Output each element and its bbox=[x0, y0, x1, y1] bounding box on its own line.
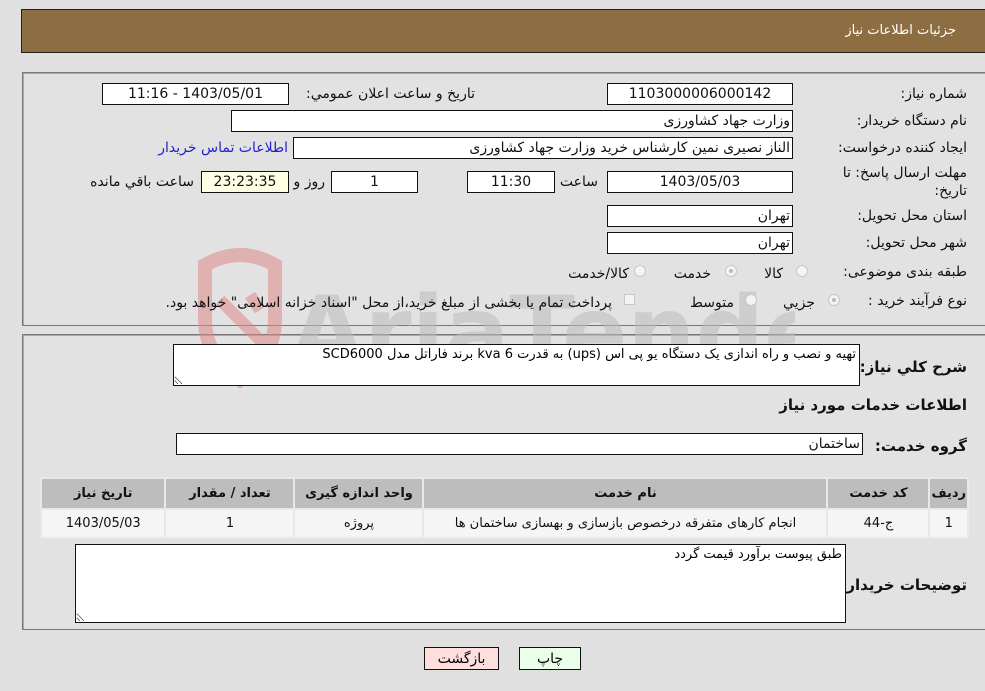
buyer-notes-label: توضیحات خریدار: bbox=[840, 576, 967, 594]
category-radio-goods-service[interactable] bbox=[634, 265, 646, 277]
cell-row-number: 1 bbox=[930, 510, 967, 537]
category-radio-goods[interactable] bbox=[796, 265, 808, 277]
buyer-org-field[interactable]: وزارت جهاد کشاورزی bbox=[231, 110, 793, 132]
services-section-title: اطلاعات خدمات مورد نیاز bbox=[779, 396, 967, 414]
deadline-date-field[interactable]: 1403/05/03 bbox=[607, 171, 793, 193]
col-quantity: تعداد / مقدار bbox=[166, 479, 294, 508]
col-need-date: تاریخ نیاز bbox=[42, 479, 165, 508]
treasury-checkbox[interactable] bbox=[624, 294, 635, 305]
need-number-field[interactable]: 1103000006000142 bbox=[607, 83, 793, 105]
table-row: 1 ج-44 انجام کارهای متفرقه درخصوص بازساز… bbox=[42, 510, 967, 537]
col-service-name: نام خدمت bbox=[424, 479, 827, 508]
days-remaining-field[interactable]: 1 bbox=[331, 171, 418, 193]
page-header: جزئیات اطلاعات نیاز bbox=[21, 9, 985, 53]
process-radio-minor[interactable] bbox=[828, 294, 840, 306]
province-label: استان محل تحویل: bbox=[857, 208, 967, 224]
buyer-org-label: نام دستگاه خریدار: bbox=[856, 113, 967, 129]
process-radio-medium[interactable] bbox=[745, 294, 757, 306]
service-group-label: گروه خدمت: bbox=[874, 437, 967, 455]
need-number-label: شماره نیاز: bbox=[900, 86, 968, 102]
page-title: جزئیات اطلاعات نیاز bbox=[845, 23, 956, 38]
cell-service-name: انجام کارهای متفرقه درخصوص بازسازی و بهس… bbox=[424, 510, 827, 537]
process-option-minor: جزيي bbox=[783, 295, 815, 311]
services-table: ردیف کد خدمت نام خدمت واحد اندازه گیری ت… bbox=[40, 477, 969, 539]
cell-unit: پروژه bbox=[295, 510, 423, 537]
remaining-time-label: ساعت باقي مانده bbox=[90, 174, 194, 190]
days-label: روز و bbox=[293, 174, 326, 190]
deadline-time-label: ساعت bbox=[559, 174, 598, 190]
announce-date-label: تاریخ و ساعت اعلان عمومي: bbox=[306, 86, 475, 102]
process-option-medium: متوسط bbox=[690, 295, 734, 311]
back-button[interactable]: بازگشت bbox=[424, 647, 499, 670]
print-button[interactable]: چاپ bbox=[519, 647, 581, 670]
announce-date-field[interactable]: 1403/05/01 - 11:16 bbox=[102, 83, 289, 105]
city-field[interactable]: تهران bbox=[607, 232, 793, 254]
category-radio-service[interactable] bbox=[725, 265, 737, 277]
buyer-contact-link[interactable]: اطلاعات تماس خریدار bbox=[158, 140, 288, 156]
treasury-note: پرداخت تمام یا بخشی از مبلغ خرید،از محل … bbox=[165, 295, 612, 311]
purchase-process-label: نوع فرآیند خرید : bbox=[868, 293, 967, 309]
col-service-code: کد خدمت bbox=[828, 479, 929, 508]
cell-quantity: 1 bbox=[166, 510, 294, 537]
category-option-service: خدمت bbox=[673, 266, 711, 282]
category-label: طبقه بندی موضوعی: bbox=[843, 264, 967, 280]
service-group-field[interactable]: ساختمان bbox=[176, 433, 863, 455]
description-label: شرح کلي نیاز: bbox=[859, 358, 967, 376]
creator-field[interactable]: الناز نصیری نمین کارشناس خرید وزارت جهاد… bbox=[293, 137, 793, 159]
deadline-time-field[interactable]: 11:30 bbox=[467, 171, 555, 193]
creator-label: ایجاد کننده درخواست: bbox=[838, 140, 967, 156]
deadline-label: مهلت ارسال پاسخ: تا تاریخ: bbox=[842, 165, 967, 199]
remaining-time-field[interactable]: 23:23:35 bbox=[201, 171, 289, 193]
buyer-notes-textarea[interactable]: طبق پیوست برآورد قیمت گردد bbox=[75, 544, 846, 623]
category-option-goods: کالا bbox=[764, 266, 783, 282]
col-unit: واحد اندازه گیری bbox=[295, 479, 423, 508]
city-label: شهر محل تحویل: bbox=[865, 235, 967, 251]
category-option-goods-service: کالا/خدمت bbox=[568, 266, 629, 282]
col-row-number: ردیف bbox=[930, 479, 967, 508]
table-header-row: ردیف کد خدمت نام خدمت واحد اندازه گیری ت… bbox=[42, 479, 967, 508]
province-field[interactable]: تهران bbox=[607, 205, 793, 227]
cell-service-code: ج-44 bbox=[828, 510, 929, 537]
description-textarea[interactable]: تهیه و نصب و راه اندازی یک دستگاه یو پی … bbox=[173, 344, 860, 386]
cell-need-date: 1403/05/03 bbox=[42, 510, 165, 537]
